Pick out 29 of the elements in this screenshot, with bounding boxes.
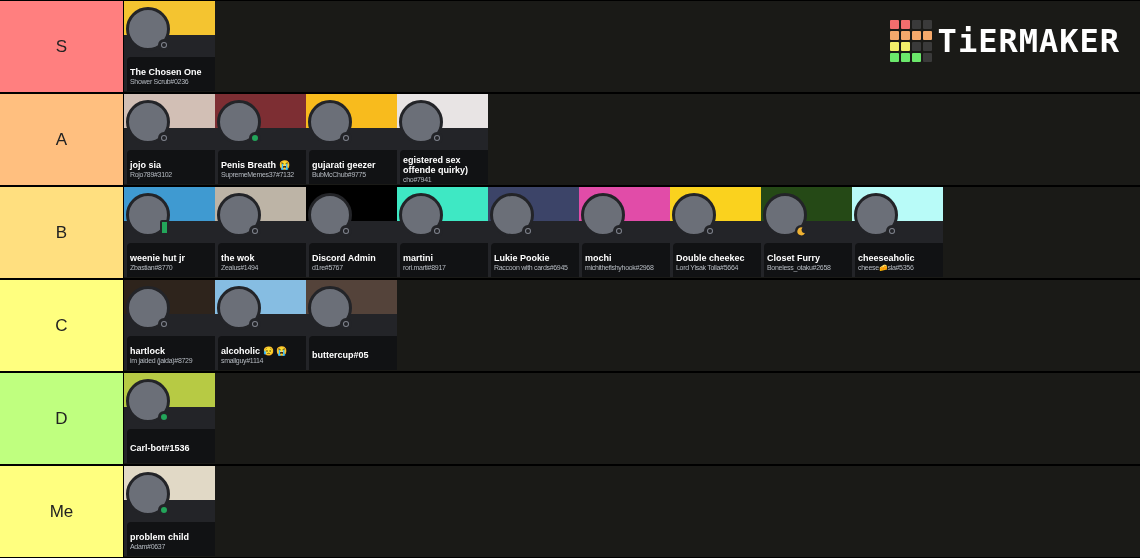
display-name: Carl-bot#1536 [130,443,191,453]
display-name: gujarati geezer [312,159,377,170]
display-name: egistered sex offende quirky) [403,154,469,175]
display-name: hartlock [130,345,166,356]
display-name: Discord Admin [312,252,377,263]
profile-card[interactable]: buttercup#05 [306,280,397,370]
display-name: Penis Breath 😭 [221,159,291,170]
display-name: cheeseaholic [858,252,916,263]
tier-label: A [0,94,123,185]
display-name: buttercup#05 [312,350,370,360]
tier-label: S [0,1,123,92]
logo-grid-icon [889,20,932,62]
display-name: Lukie Pookie [494,252,551,263]
tier-label: B [0,187,123,278]
display-name: problem child [130,531,190,542]
tier-label: C [0,280,123,371]
display-name: weenie hut jr [130,252,186,263]
display-name: Double cheekec [676,252,746,263]
tier-label: Me [0,466,123,557]
display-name: mochi [585,252,613,263]
display-name: The Chosen One [130,66,203,77]
display-name: alcoholic 😥 😭 [221,345,288,356]
tier-label: D [0,373,123,464]
display-name: martini [403,252,434,263]
display-name: Closet Furry [767,252,821,263]
logo-wordmark: TiERMAKER [937,25,1120,57]
profile-card[interactable]: Carl-bot#1536 [124,373,215,463]
display-name: the wok [221,252,256,263]
display-name: jojo sia [130,159,162,170]
